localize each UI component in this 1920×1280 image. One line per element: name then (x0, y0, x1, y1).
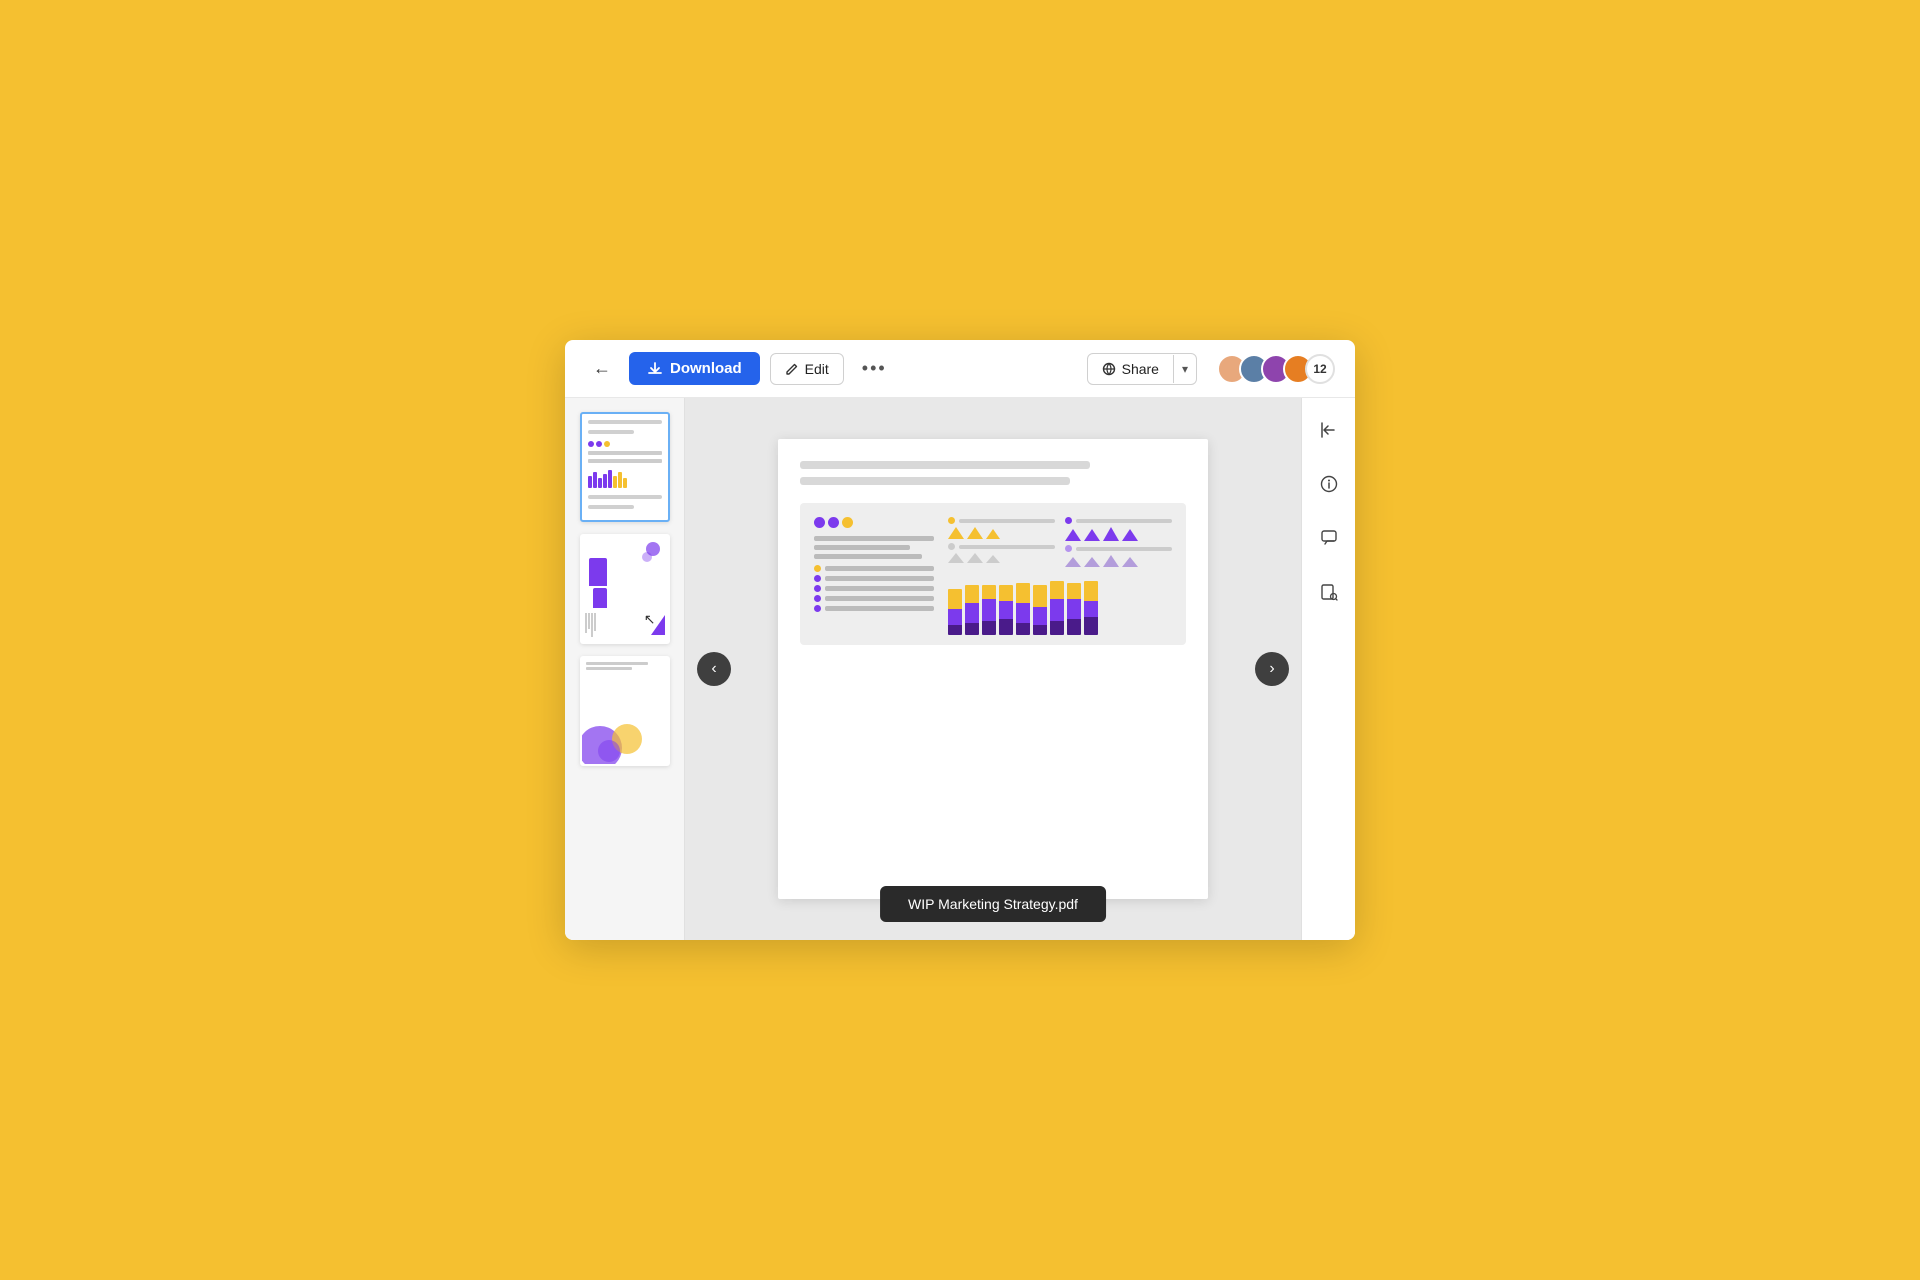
edit-button[interactable]: Edit (770, 353, 844, 385)
thumbnail-panel: ↖ (565, 398, 685, 940)
chart-area (948, 517, 1172, 569)
more-button[interactable]: ••• (854, 354, 895, 383)
thumbnail-1[interactable] (580, 412, 670, 522)
comment-panel-button[interactable] (1311, 520, 1347, 556)
mountain-chart-2 (1065, 517, 1172, 569)
share-button[interactable]: Share (1088, 354, 1173, 384)
back-button[interactable]: ← (585, 354, 619, 383)
edit-label: Edit (805, 361, 829, 377)
avatar-count: 12 (1305, 354, 1335, 384)
download-icon (647, 361, 663, 377)
next-page-button[interactable]: › (1255, 652, 1289, 686)
search-doc-panel-button[interactable] (1311, 574, 1347, 610)
doc-right-col (948, 517, 1172, 635)
prev-page-button[interactable]: ‹ (697, 652, 731, 686)
bar-chart (948, 575, 1172, 635)
app-window: ← Download Edit ••• Share ▾ (565, 340, 1355, 940)
share-dropdown-button[interactable]: ▾ (1173, 355, 1196, 383)
edit-icon (785, 362, 799, 376)
toolbar: ← Download Edit ••• Share ▾ (565, 340, 1355, 398)
comment-icon (1320, 529, 1338, 547)
info-icon (1320, 475, 1338, 493)
download-button[interactable]: Download (629, 352, 760, 385)
download-label: Download (670, 360, 742, 377)
doc-section (800, 503, 1186, 645)
avatar-group: 12 (1217, 354, 1335, 384)
mountain-chart (948, 517, 1055, 569)
collapse-icon (1320, 421, 1338, 439)
search-doc-icon (1320, 583, 1338, 601)
thumbnail-3[interactable] (580, 656, 670, 766)
share-icon (1102, 362, 1116, 376)
main-viewer: ‹ › (685, 398, 1301, 940)
right-panel (1301, 398, 1355, 940)
collapse-panel-button[interactable] (1311, 412, 1347, 448)
filename-bar: WIP Marketing Strategy.pdf (880, 886, 1106, 922)
share-group: Share ▾ (1087, 353, 1197, 385)
thumbnail-2[interactable]: ↖ (580, 534, 670, 644)
share-label: Share (1122, 361, 1159, 377)
body: ↖ ‹ › (565, 398, 1355, 940)
doc-left-col (814, 517, 934, 635)
document-page (778, 439, 1208, 899)
info-panel-button[interactable] (1311, 466, 1347, 502)
